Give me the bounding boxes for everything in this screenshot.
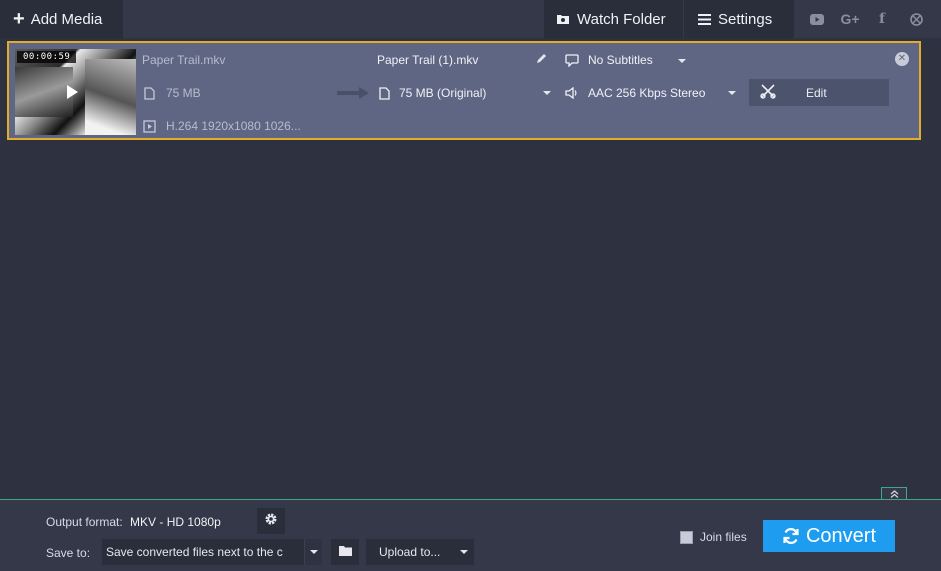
output-format-label: Output format: xyxy=(46,515,123,529)
join-files-toggle[interactable]: Join files xyxy=(680,530,747,544)
watch-folder-label: Watch Folder xyxy=(577,10,666,28)
save-location-text: Save converted files next to the c xyxy=(106,545,283,559)
thumbnail-frame-left xyxy=(15,67,73,117)
chevron-down-icon[interactable] xyxy=(728,91,736,95)
source-file-size-text: 75 MB xyxy=(166,86,201,100)
source-file-name: Paper Trail.mkv xyxy=(142,53,226,67)
video-thumbnail[interactable]: 00:00:59 xyxy=(15,49,136,135)
edit-label: Edit xyxy=(806,85,827,100)
network-icon[interactable] xyxy=(907,0,925,38)
add-media-button[interactable]: + Add Media xyxy=(0,0,123,38)
source-file-size: 75 MB xyxy=(142,86,201,100)
output-format-value[interactable]: MKV - HD 1080p xyxy=(130,515,221,529)
settings-label: Settings xyxy=(718,10,773,28)
add-media-label: Add Media xyxy=(30,10,103,28)
pencil-icon[interactable] xyxy=(536,53,547,67)
play-icon[interactable] xyxy=(67,85,78,99)
plus-icon: + xyxy=(13,8,25,30)
subtitles-icon xyxy=(565,53,579,67)
source-codec: H.264 1920x1080 1026... xyxy=(142,119,301,133)
chevron-down-icon xyxy=(309,550,318,554)
upload-to-button[interactable]: Upload to... xyxy=(366,539,474,565)
upload-to-label: Upload to... xyxy=(379,545,441,559)
chevron-down-icon xyxy=(460,550,468,554)
remove-file-icon[interactable]: ✕ xyxy=(895,52,909,66)
duration-label: 00:00:59 xyxy=(17,51,77,63)
output-format: Output format: MKV - HD 1080p xyxy=(46,515,221,529)
facebook-icon[interactable]: f xyxy=(874,0,890,38)
save-location-select[interactable]: Save converted files next to the c xyxy=(102,539,322,565)
folder-icon xyxy=(338,543,352,561)
menu-icon xyxy=(698,13,711,25)
google-plus-icon[interactable]: G+ xyxy=(839,0,861,38)
settings-button[interactable]: Settings xyxy=(684,0,794,38)
thumbnail-frame-right xyxy=(85,59,136,135)
output-size-select[interactable]: 75 MB (Original) xyxy=(377,86,486,100)
video-info-icon xyxy=(142,119,156,133)
chevron-down-icon[interactable] xyxy=(543,91,551,95)
gear-icon xyxy=(264,512,278,531)
chevron-down-icon[interactable] xyxy=(678,59,686,63)
watch-folder-button[interactable]: Watch Folder xyxy=(544,0,683,38)
watch-folder-icon xyxy=(556,13,570,25)
save-to-label: Save to: xyxy=(46,546,91,560)
source-codec-text: H.264 1920x1080 1026... xyxy=(166,119,301,133)
convert-button[interactable]: Convert xyxy=(763,520,895,552)
format-settings-button[interactable] xyxy=(257,508,285,534)
join-files-label: Join files xyxy=(700,530,747,544)
subtitles-select[interactable]: No Subtitles xyxy=(565,53,653,67)
audio-track-select[interactable]: AAC 256 Kbps Stereo xyxy=(565,86,705,100)
refresh-icon xyxy=(782,527,800,545)
file-icon xyxy=(377,86,391,100)
file-icon xyxy=(142,86,156,100)
file-item[interactable]: 00:00:59 Paper Trail.mkv 75 MB H.264 192… xyxy=(7,41,921,140)
scissors-icon xyxy=(760,83,776,102)
save-location-dropdown[interactable] xyxy=(304,539,322,565)
top-toolbar: + Add Media Watch Folder Settings G+ f xyxy=(0,0,941,38)
audio-track-text: AAC 256 Kbps Stereo xyxy=(588,86,706,100)
youtube-icon[interactable] xyxy=(808,0,826,38)
output-file-name[interactable]: Paper Trail (1).mkv xyxy=(377,53,478,67)
browse-folder-button[interactable] xyxy=(331,539,359,565)
arrow-right-icon xyxy=(337,87,369,99)
convert-label: Convert xyxy=(805,524,877,547)
subtitles-text: No Subtitles xyxy=(588,53,653,67)
output-size-text: 75 MB (Original) xyxy=(399,86,487,100)
speaker-icon xyxy=(565,86,579,100)
edit-button[interactable]: Edit xyxy=(749,79,889,106)
bottom-bar: Output format: MKV - HD 1080p Save to: S… xyxy=(0,499,941,571)
join-files-checkbox[interactable] xyxy=(680,530,693,544)
